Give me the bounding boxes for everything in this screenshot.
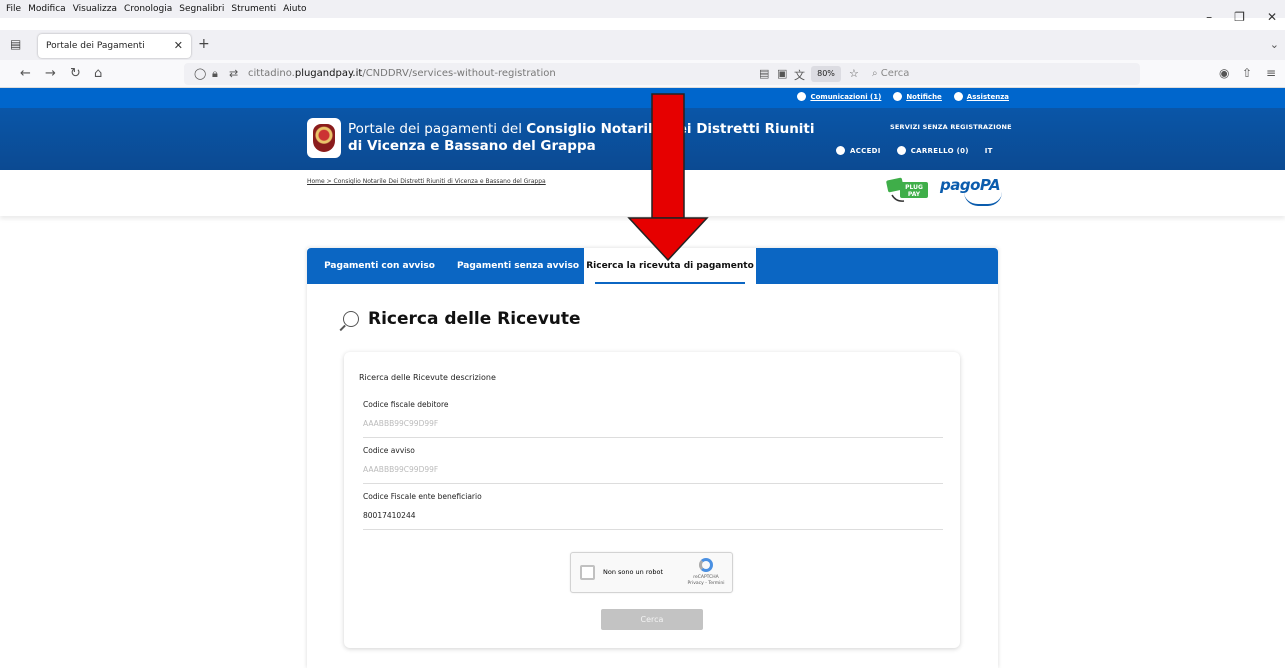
recaptcha-label: Non sono un robot	[603, 568, 664, 576]
account-icon[interactable]: ◉	[1219, 66, 1229, 80]
cart-link[interactable]: CARRELLO (0)	[896, 146, 969, 155]
main-panel: Pagamenti con avviso Pagamenti senza avv…	[307, 248, 998, 668]
close-window-icon[interactable]: ✕	[1267, 10, 1277, 24]
tab-list-icon[interactable]: ▤	[10, 37, 21, 51]
reload-icon[interactable]: ↻	[70, 66, 81, 81]
menu-modifica[interactable]: Modifica	[28, 4, 66, 14]
debtor-tax-code-field: Codice fiscale debitore	[363, 400, 943, 438]
services-without-registration-label: SERVIZI SENZA REGISTRAZIONE	[890, 123, 1012, 131]
language-selector[interactable]: IT	[985, 147, 993, 155]
debtor-tax-code-label: Codice fiscale debitore	[363, 400, 449, 409]
beneficiary-tax-code-field: Codice Fiscale ente beneficiario	[363, 492, 943, 530]
menu-strumenti[interactable]: Strumenti	[231, 4, 276, 14]
search-field[interactable]: ⌕ Cerca	[870, 63, 1140, 85]
navigation-toolbar: ← → ↻ ⌂ ◯ 🔒︎ ⇄ cittadino.plugandpay.it/C…	[0, 60, 1285, 88]
search-icon	[343, 311, 359, 327]
chat-icon	[953, 92, 963, 101]
browser-tab-title: Portale dei Pagamenti	[46, 41, 145, 51]
svg-text:PLUG: PLUG	[905, 184, 923, 191]
app-menu-icon[interactable]: ≡	[1266, 66, 1276, 80]
plugpay-logo: PLUG PAY	[886, 177, 928, 202]
menu-visualizza[interactable]: Visualizza	[73, 4, 117, 14]
utility-links: Comunicazioni (1) Notifiche Assistenza	[797, 92, 1009, 101]
back-icon[interactable]: ←	[20, 66, 31, 81]
form-description: Ricerca delle Ricevute descrizione	[359, 373, 496, 382]
notice-code-label: Codice avviso	[363, 446, 415, 455]
recaptcha-checkbox[interactable]	[580, 565, 595, 580]
beneficiary-tax-code-label: Codice Fiscale ente beneficiario	[363, 492, 482, 501]
search-button[interactable]: Cerca	[601, 609, 703, 630]
close-tab-icon[interactable]: ✕	[174, 39, 183, 52]
recaptcha-widget: Non sono un robot reCAPTCHA Privacy - Ter…	[570, 552, 733, 593]
red-arrow-annotation	[627, 93, 709, 262]
assistance-link[interactable]: Assistenza	[953, 92, 1009, 101]
active-tab-indicator	[595, 282, 745, 284]
menu-aiuto[interactable]: Aiuto	[283, 4, 306, 14]
portal-title: Portale dei pagamenti del Consiglio Nota…	[348, 121, 815, 154]
notifications-link[interactable]: Notifiche	[893, 92, 942, 101]
minimize-icon[interactable]: –	[1206, 10, 1212, 24]
communications-link[interactable]: Comunicazioni (1)	[797, 92, 881, 101]
breadcrumb[interactable]: Home > Consiglio Notarile Dei Distretti …	[307, 178, 546, 185]
translate-icon[interactable]: 文	[794, 67, 805, 83]
cart-icon	[896, 146, 906, 155]
forward-icon[interactable]: →	[45, 66, 56, 81]
beneficiary-tax-code-input[interactable]	[363, 508, 933, 522]
bell-icon	[797, 92, 807, 101]
chevron-down-icon[interactable]: ⌄	[1270, 38, 1279, 51]
notification-icon	[893, 92, 903, 101]
restore-icon[interactable]: ❐	[1234, 10, 1245, 24]
browser-tab[interactable]: Portale dei Pagamenti ✕	[38, 34, 191, 58]
tab-strip: ▤ Portale dei Pagamenti ✕ + ⌄	[0, 30, 1285, 60]
menu-file[interactable]: File	[6, 4, 21, 14]
page-title: Ricerca delle Ricevute	[368, 309, 581, 329]
council-logo[interactable]	[307, 118, 341, 158]
user-icon	[836, 146, 845, 155]
window-controls: – ❐ ✕	[1206, 10, 1277, 24]
url-text: cittadino.plugandpay.it/CNDDRV/services-…	[248, 68, 556, 79]
screenshot-icon[interactable]: ▣	[777, 67, 787, 80]
crest-icon	[313, 124, 335, 152]
lock-icon[interactable]: 🔒︎	[212, 67, 218, 81]
page-heading: Ricerca delle Ricevute	[343, 309, 581, 329]
recaptcha-brand: reCAPTCHA Privacy - Termini	[687, 575, 725, 586]
address-bar[interactable]: ◯ 🔒︎ ⇄ cittadino.plugandpay.it/CNDDRV/se…	[184, 63, 1140, 85]
reader-view-icon[interactable]: ▤	[759, 67, 769, 80]
tab-payments-without-notice[interactable]: Pagamenti senza avviso	[452, 248, 584, 284]
shield-icon[interactable]: ◯	[194, 67, 206, 80]
permissions-icon[interactable]: ⇄	[229, 67, 238, 80]
pagopa-swoosh	[964, 192, 1002, 206]
debtor-tax-code-input[interactable]	[363, 416, 933, 430]
recaptcha-icon	[699, 558, 713, 572]
notice-code-field: Codice avviso	[363, 446, 943, 484]
tab-payments-with-notice[interactable]: Pagamenti con avviso	[307, 248, 452, 284]
extensions-icon[interactable]: ⇧	[1242, 66, 1252, 80]
search-form-card: Ricerca delle Ricevute descrizione Codic…	[344, 352, 960, 648]
svg-text:PAY: PAY	[908, 191, 921, 198]
header-actions: ACCEDI CARRELLO (0) IT	[836, 146, 993, 155]
notice-code-input[interactable]	[363, 462, 933, 476]
menu-cronologia[interactable]: Cronologia	[124, 4, 172, 14]
home-icon[interactable]: ⌂	[94, 66, 102, 81]
menu-segnalibri[interactable]: Segnalibri	[179, 4, 224, 14]
bookmark-star-icon[interactable]: ☆	[849, 67, 859, 80]
login-link[interactable]: ACCEDI	[836, 146, 881, 155]
browser-menubar: File Modifica Visualizza Cronologia Segn…	[0, 0, 1285, 18]
new-tab-icon[interactable]: +	[198, 36, 210, 52]
zoom-level[interactable]: 80%	[811, 66, 841, 82]
